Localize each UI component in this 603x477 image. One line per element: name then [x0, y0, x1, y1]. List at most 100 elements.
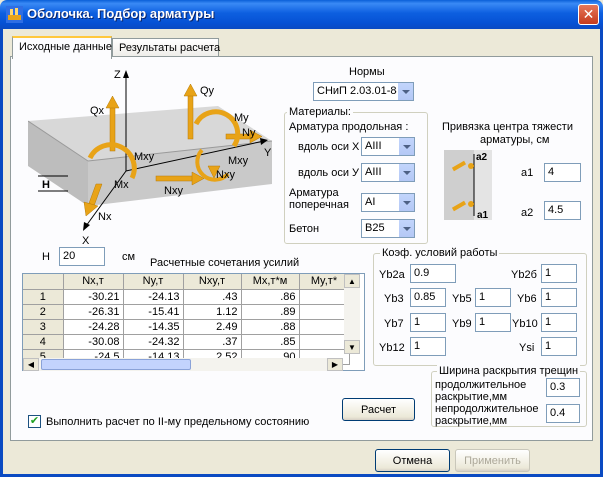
- height-unit: см: [122, 251, 136, 263]
- a1-label: a1: [521, 167, 534, 179]
- axis-z-label: Z: [114, 69, 121, 81]
- cell-nx[interactable]: -24.28: [63, 319, 124, 335]
- cell-nxy[interactable]: 2.49: [183, 319, 242, 335]
- norms-select[interactable]: СНиП 2.03.01-84: [313, 82, 414, 101]
- my-label: My: [234, 112, 249, 124]
- yb5-input[interactable]: 1: [475, 288, 511, 307]
- cell-nxy[interactable]: .37: [183, 334, 242, 350]
- concrete-select[interactable]: B25: [361, 219, 415, 238]
- grid-header-my[interactable]: My,т*: [299, 274, 350, 290]
- loads-grid[interactable]: Nx,т Ny,т Nxy,т Mx,т*м My,т* 1 -30.21 -2…: [22, 273, 365, 371]
- yb7-input[interactable]: 1: [410, 313, 446, 332]
- close-button[interactable]: ✕: [578, 4, 599, 25]
- grid-header-ny[interactable]: Ny,т: [123, 274, 184, 290]
- chevron-down-icon[interactable]: [398, 164, 414, 181]
- crack-long-label-1: продолжительное: [435, 379, 527, 391]
- height-input[interactable]: 20: [59, 247, 105, 266]
- apply-button[interactable]: Применить: [455, 449, 530, 472]
- cell-nx[interactable]: -30.21: [63, 289, 124, 305]
- along-y-value: AIII: [365, 166, 382, 178]
- along-x-select[interactable]: AIII: [361, 137, 415, 156]
- yb9-input[interactable]: 1: [475, 313, 511, 332]
- cell-mx[interactable]: .89: [241, 304, 300, 320]
- tab-input-data[interactable]: Исходные данные: [12, 36, 112, 59]
- cell-ny[interactable]: -24.32: [123, 334, 184, 350]
- along-y-select[interactable]: AIII: [361, 163, 415, 182]
- grid-header-nx[interactable]: Nx,т: [63, 274, 124, 290]
- grid-horizontal-scrollbar[interactable]: ◀ ▶: [23, 358, 343, 371]
- image-a1-label: a1: [477, 210, 489, 220]
- chevron-down-icon[interactable]: [397, 83, 413, 100]
- crack-short-input[interactable]: 0.4: [546, 404, 580, 423]
- cell-nxy[interactable]: 1.12: [183, 304, 242, 320]
- yb10-input[interactable]: 1: [541, 313, 577, 332]
- chevron-down-icon[interactable]: [398, 220, 414, 237]
- cell-ny[interactable]: -24.13: [123, 289, 184, 305]
- table-row[interactable]: 3 -24.28 -14.35 2.49 .88: [23, 319, 350, 335]
- cell-nxy[interactable]: .43: [183, 289, 242, 305]
- calculate-button[interactable]: Расчет: [342, 398, 415, 421]
- row-number[interactable]: 1: [23, 289, 64, 305]
- cell-mx[interactable]: .86: [241, 289, 300, 305]
- table-row[interactable]: 2 -26.31 -15.41 1.12 .89: [23, 304, 350, 320]
- limit-state-label[interactable]: Выполнить расчет по II-му предельному со…: [46, 416, 309, 428]
- yb3-input[interactable]: 0.85: [410, 288, 446, 307]
- concrete-value: B25: [365, 222, 385, 234]
- a2-input[interactable]: 4.5: [544, 201, 581, 220]
- yb3-label: Yb3: [384, 293, 404, 305]
- crack-short-label-2: раскрытие,мм: [435, 415, 508, 427]
- grid-header-nxy[interactable]: Nxy,т: [183, 274, 242, 290]
- table-row[interactable]: 1 -30.21 -24.13 .43 .86: [23, 289, 350, 305]
- yb12-label: Yb12: [379, 342, 405, 354]
- cell-ny[interactable]: -15.41: [123, 304, 184, 320]
- row-number[interactable]: 3: [23, 319, 64, 335]
- table-row[interactable]: 4 -30.08 -24.32 .37 .85: [23, 334, 350, 350]
- cell-my[interactable]: [299, 334, 350, 350]
- qy-label: Qy: [200, 85, 215, 97]
- app-icon: [6, 6, 23, 23]
- cell-mx[interactable]: .88: [241, 319, 300, 335]
- window-title: Оболочка. Подбор арматуры: [27, 6, 215, 21]
- cell-ny[interactable]: -14.35: [123, 319, 184, 335]
- crack-long-input[interactable]: 0.3: [546, 378, 580, 397]
- transverse-select[interactable]: AI: [361, 193, 415, 212]
- axis-x-label: X: [82, 235, 90, 246]
- cancel-button[interactable]: Отмена: [375, 449, 450, 472]
- yb6-label: Yb6: [517, 293, 537, 305]
- cell-mx[interactable]: .85: [241, 334, 300, 350]
- scroll-thumb[interactable]: [41, 359, 191, 370]
- transverse-value: AI: [365, 196, 376, 208]
- title-bar[interactable]: Оболочка. Подбор арматуры ✕: [0, 0, 603, 29]
- norms-value: СНиП 2.03.01-84: [317, 85, 403, 97]
- cell-nx[interactable]: -30.08: [63, 334, 124, 350]
- yb2b-input[interactable]: 1: [541, 264, 577, 283]
- row-number[interactable]: 2: [23, 304, 64, 320]
- a1-input[interactable]: 4: [544, 163, 581, 182]
- along-x-value: AIII: [365, 140, 382, 152]
- row-number[interactable]: 4: [23, 334, 64, 350]
- cell-my[interactable]: [299, 304, 350, 320]
- scroll-right-icon[interactable]: ▶: [327, 358, 343, 371]
- chevron-down-icon[interactable]: [398, 138, 414, 155]
- cell-my[interactable]: [299, 289, 350, 305]
- norms-label: Нормы: [349, 66, 385, 78]
- scroll-left-icon[interactable]: ◀: [23, 358, 39, 371]
- yb2a-input[interactable]: 0.9: [410, 264, 456, 283]
- yb2b-label: Yb2б: [511, 269, 537, 281]
- yb6-input[interactable]: 1: [541, 288, 577, 307]
- ysi-input[interactable]: 1: [541, 337, 577, 356]
- scroll-up-icon[interactable]: ▲: [344, 274, 360, 288]
- cell-nx[interactable]: -26.31: [63, 304, 124, 320]
- yb12-input[interactable]: 1: [410, 337, 446, 356]
- grid-header-mx[interactable]: Mx,т*м: [241, 274, 300, 290]
- along-x-label: вдоль оси X: [298, 141, 360, 153]
- chevron-down-icon[interactable]: [398, 194, 414, 211]
- grid-vertical-scrollbar[interactable]: ▲ ▼: [344, 274, 360, 354]
- yb7-label: Yb7: [384, 318, 404, 330]
- limit-state-checkbox[interactable]: ✔: [28, 415, 41, 428]
- nxy-right-label: Nxy: [216, 169, 235, 181]
- cell-my[interactable]: [299, 319, 350, 335]
- transverse-label-2: поперечная: [289, 199, 349, 211]
- height-label: H: [42, 251, 50, 263]
- scroll-down-icon[interactable]: ▼: [344, 340, 360, 354]
